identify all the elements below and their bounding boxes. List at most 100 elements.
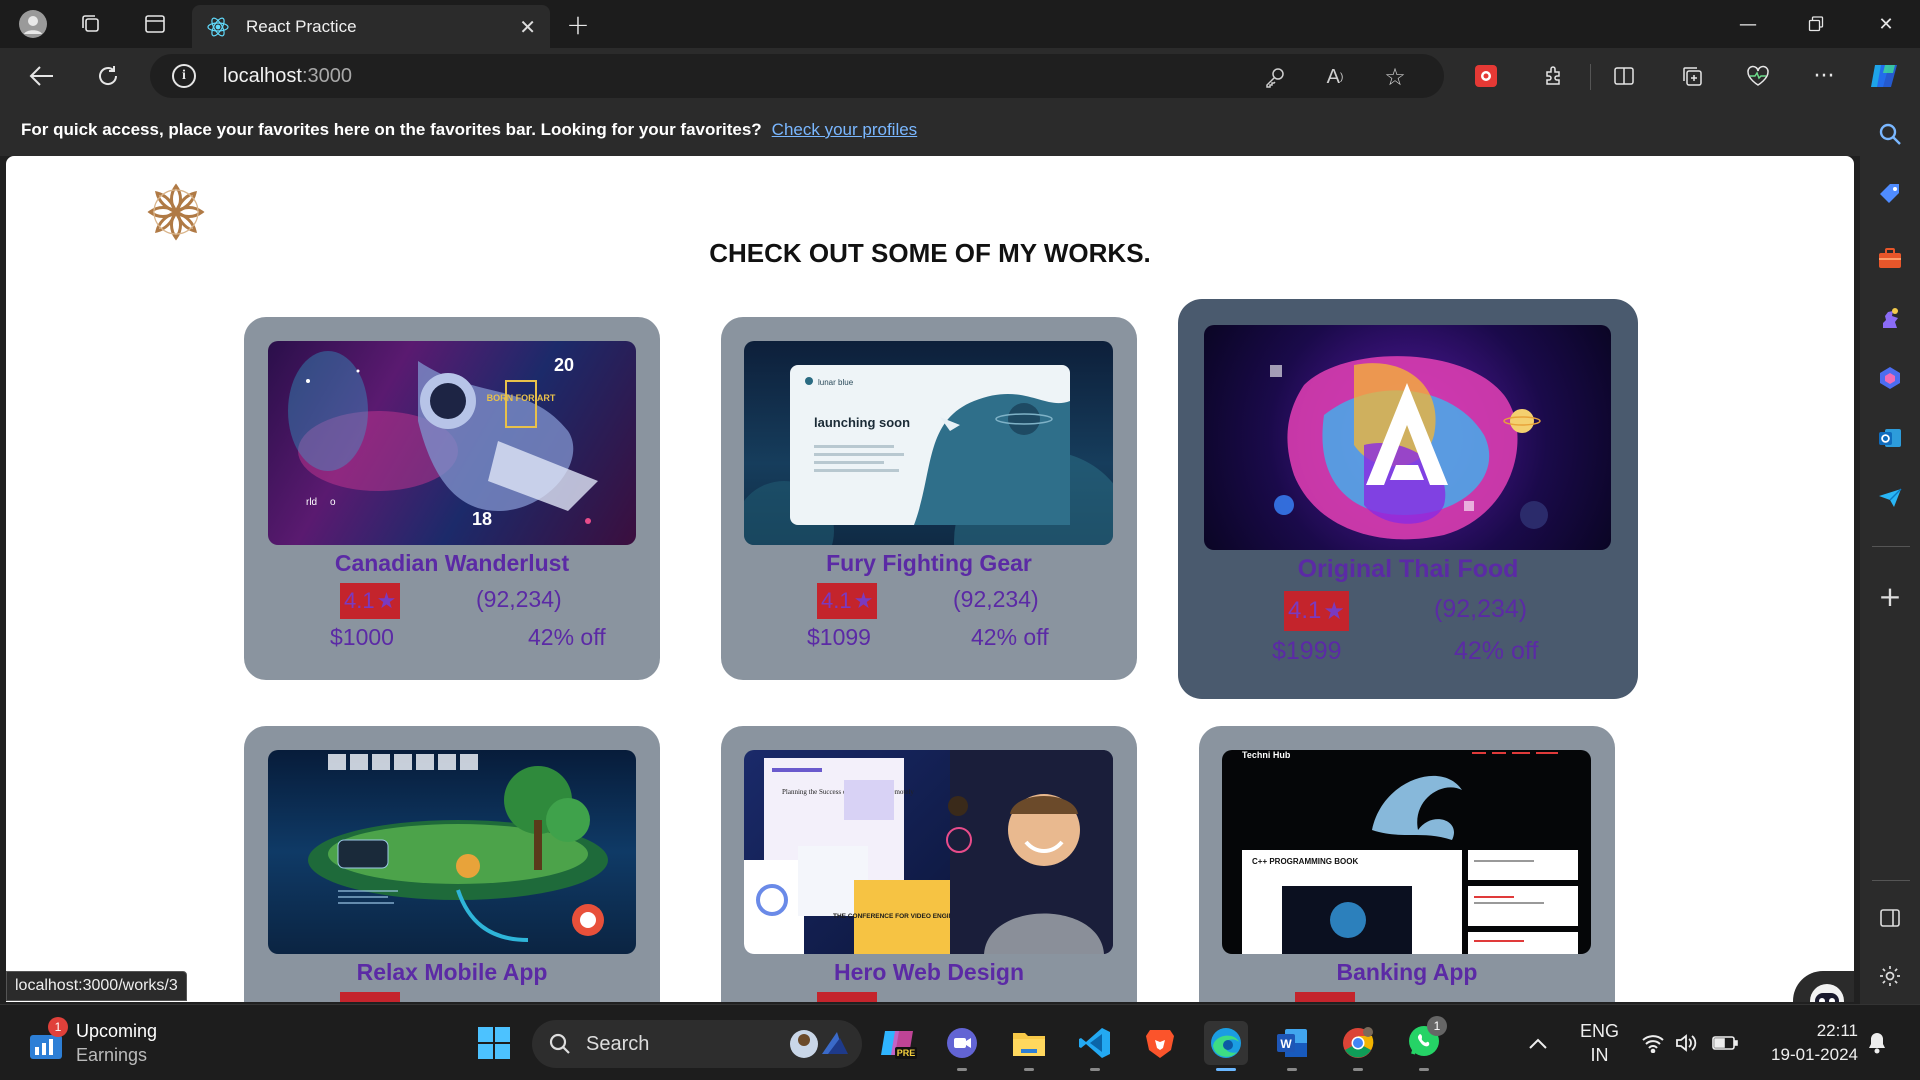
drop-send-icon[interactable] [1874, 482, 1906, 514]
site-info-icon[interactable]: i [172, 64, 196, 88]
taskbar-file-explorer[interactable] [1007, 1021, 1051, 1071]
taskbar-search-label: Search [586, 1032, 650, 1055]
star-icon: ★ [1323, 597, 1345, 625]
review-count: (92,234) [476, 586, 562, 612]
taskbar-chrome[interactable] [1336, 1021, 1380, 1071]
extension-red-icon[interactable] [1468, 58, 1504, 94]
taskbar-vscode[interactable] [1073, 1021, 1117, 1071]
start-button[interactable] [472, 1021, 516, 1065]
work-card-title: Banking App [1336, 959, 1478, 985]
more-options-icon[interactable]: ··· [1806, 58, 1842, 94]
volume-icon[interactable] [1674, 1005, 1698, 1080]
work-card[interactable]: lunar blue launching soon Fury Fighting … [721, 317, 1137, 680]
taskbar-word[interactable]: W [1270, 1021, 1314, 1071]
refresh-button[interactable] [88, 56, 128, 96]
work-card[interactable]: Planning the Success of the Working Remo… [721, 726, 1137, 1002]
work-card[interactable]: Techni Hub C++ PROGRAMMING BOOK Banking … [1199, 726, 1615, 1002]
site-logo[interactable] [144, 180, 208, 244]
clock[interactable]: 22:11 19-01-2024 [1760, 1005, 1858, 1080]
widgets-button[interactable]: 1 Upcoming Earnings [28, 1017, 158, 1067]
link-status-url: localhost:3000/works/3 [6, 971, 187, 1001]
wifi-icon[interactable] [1641, 1005, 1665, 1080]
language-indicator[interactable]: ENG IN [1580, 1005, 1619, 1080]
copilot-icon[interactable] [1866, 58, 1902, 94]
windows-logo-icon [478, 1027, 510, 1059]
collections-icon[interactable] [1674, 58, 1710, 94]
folder-icon [1013, 1033, 1045, 1056]
split-screen-icon[interactable] [1606, 58, 1642, 94]
rating-value: 4.1 [821, 588, 852, 613]
work-card[interactable]: BORN FOR ART 20 18 rld o Canadian Wander… [244, 317, 660, 680]
price: $1099 [807, 624, 871, 650]
close-window-button[interactable]: ✕ [1856, 4, 1916, 44]
favorites-bar: For quick access, place your favorites h… [0, 104, 1860, 156]
work-card-title: Hero Web Design [834, 959, 1024, 985]
outlook-icon[interactable] [1874, 422, 1906, 454]
search-highlight-icon [790, 1030, 848, 1058]
work-card-hovered[interactable]: Original Thai Food 4.1 ★ (92,234) $1999 … [1178, 299, 1638, 699]
cpp-book-text: C++ PROGRAMMING BOOK [1252, 857, 1358, 866]
check-profiles-link[interactable]: Check your profiles [772, 120, 918, 140]
back-button[interactable] [22, 56, 62, 96]
work-thumbnail [268, 750, 636, 954]
rating-badge: 4.1 ★ [1284, 591, 1349, 631]
work-card-title: Original Thai Food [1297, 555, 1519, 583]
copilot-pre-label: PRE [897, 1048, 916, 1058]
poster-o-text: o [330, 497, 336, 508]
profile-avatar-icon[interactable] [15, 6, 51, 42]
games-chess-icon[interactable] [1874, 302, 1906, 334]
svg-text:W: W [1280, 1037, 1292, 1051]
clock-date: 19-01-2024 [1771, 1045, 1858, 1064]
browser-essentials-icon[interactable] [1740, 58, 1776, 94]
address-url[interactable]: localhost:3000 [223, 65, 352, 88]
key-icon[interactable] [1260, 62, 1290, 92]
launching-text: launching soon [814, 415, 910, 430]
taskbar-whatsapp[interactable]: 1 [1402, 1016, 1447, 1071]
read-aloud-icon[interactable]: A) [1320, 62, 1350, 92]
new-tab-button[interactable]: + [560, 6, 596, 42]
work-card[interactable]: Relax Mobile App [244, 726, 660, 1002]
vertical-tabs-icon[interactable] [137, 6, 173, 42]
close-tab-icon[interactable]: ✕ [519, 15, 536, 39]
taskbar-edge[interactable] [1204, 1021, 1248, 1071]
taskbar: 1 Upcoming Earnings Search PRE W 1 ENG I… [0, 1004, 1920, 1080]
widget-subtitle: Earnings [76, 1045, 148, 1065]
extensions-puzzle-icon[interactable] [1536, 58, 1572, 94]
restore-button[interactable] [1786, 4, 1846, 44]
rating-badge-partial [340, 992, 400, 1002]
shopping-tag-icon[interactable] [1874, 178, 1906, 210]
notifications-bell-icon[interactable] [1866, 1005, 1888, 1080]
rating-value: 4.1 [344, 588, 375, 613]
search-icon[interactable] [1874, 118, 1906, 150]
workspaces-icon[interactable] [73, 6, 109, 42]
address-bar[interactable]: i localhost:3000 A) ☆ [150, 54, 1444, 98]
tab-react-practice[interactable]: React Practice ✕ [192, 5, 550, 48]
battery-icon[interactable] [1712, 1005, 1738, 1080]
taskbar-copilot-app[interactable]: PRE [877, 1021, 921, 1065]
word-icon: W [1277, 1029, 1307, 1057]
taskbar-meet-app[interactable] [940, 1021, 984, 1071]
add-sidebar-app-icon[interactable]: + [1874, 580, 1906, 613]
microsoft-365-icon[interactable] [1874, 362, 1906, 394]
tools-briefcase-icon[interactable] [1874, 242, 1906, 274]
taskbar-brave[interactable] [1138, 1021, 1182, 1065]
star-icon: ★ [853, 588, 874, 613]
show-hidden-icons-button[interactable] [1528, 1005, 1548, 1080]
price: $1000 [330, 624, 394, 650]
work-card-title: Fury Fighting Gear [826, 550, 1032, 576]
work-thumbnail: lunar blue launching soon [744, 341, 1113, 545]
copilot-pre-icon: PRE [881, 1031, 917, 1059]
work-card-title: Relax Mobile App [356, 959, 548, 985]
widget-title: Upcoming [76, 1021, 158, 1041]
favorite-star-icon[interactable]: ☆ [1380, 62, 1410, 92]
rating-badge: 4.1 ★ [817, 583, 878, 619]
minimize-button[interactable]: — [1718, 4, 1778, 44]
work-thumbnail: BORN FOR ART 20 18 rld o [268, 341, 636, 545]
hide-sidebar-icon[interactable] [1874, 902, 1906, 934]
sidebar-divider [1872, 546, 1910, 547]
taskbar-search-box[interactable]: Search [532, 1020, 862, 1068]
sidebar-settings-gear-icon[interactable] [1874, 960, 1906, 992]
floating-assistant-button[interactable] [1793, 971, 1854, 1002]
react-icon [206, 15, 230, 39]
rating-badge-partial [817, 992, 877, 1002]
